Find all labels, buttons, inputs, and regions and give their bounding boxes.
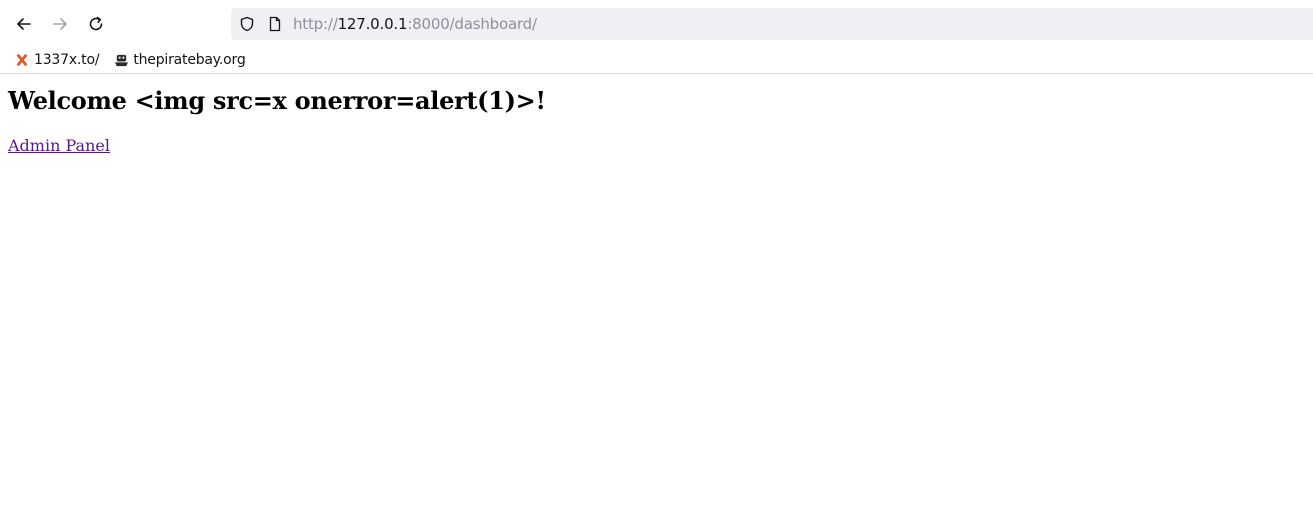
bookmark-label: thepiratebay.org [133, 52, 246, 68]
pirate-ship-favicon-icon [113, 52, 129, 68]
reload-icon [89, 16, 103, 31]
url-text[interactable]: http://127.0.0.1:8000/dashboard/ [293, 15, 537, 33]
bookmark-1337x[interactable]: 1337x.to/ [12, 48, 101, 72]
tracking-protection-shield-icon[interactable] [239, 16, 255, 32]
welcome-heading: Welcome <img src=x onerror=alert(1)>! [8, 86, 546, 115]
bookmark-label: 1337x.to/ [34, 52, 100, 68]
url-host: 127.0.0.1 [337, 15, 408, 33]
link-paragraph: Admin Panel [8, 136, 1305, 156]
back-arrow-icon [17, 18, 31, 30]
url-path: :8000/dashboard/ [407, 15, 537, 33]
back-button[interactable] [9, 9, 39, 39]
reload-button[interactable] [81, 9, 111, 39]
url-scheme: http:// [293, 15, 338, 33]
bookmarks-toolbar: 1337x.to/ thepiratebay.org [0, 47, 1313, 74]
bookmark-thepiratebay[interactable]: thepiratebay.org [111, 48, 247, 72]
page-info-icon[interactable] [267, 16, 283, 32]
forward-button[interactable] [45, 9, 75, 39]
1337x-favicon-icon [14, 52, 30, 68]
browser-toolbar: http://127.0.0.1:8000/dashboard/ [0, 0, 1313, 47]
forward-arrow-icon [53, 18, 67, 30]
page-content: Welcome <img src=x onerror=alert(1)>! Ad… [0, 86, 1313, 156]
address-bar[interactable]: http://127.0.0.1:8000/dashboard/ [231, 8, 1313, 40]
admin-panel-link[interactable]: Admin Panel [8, 136, 110, 155]
